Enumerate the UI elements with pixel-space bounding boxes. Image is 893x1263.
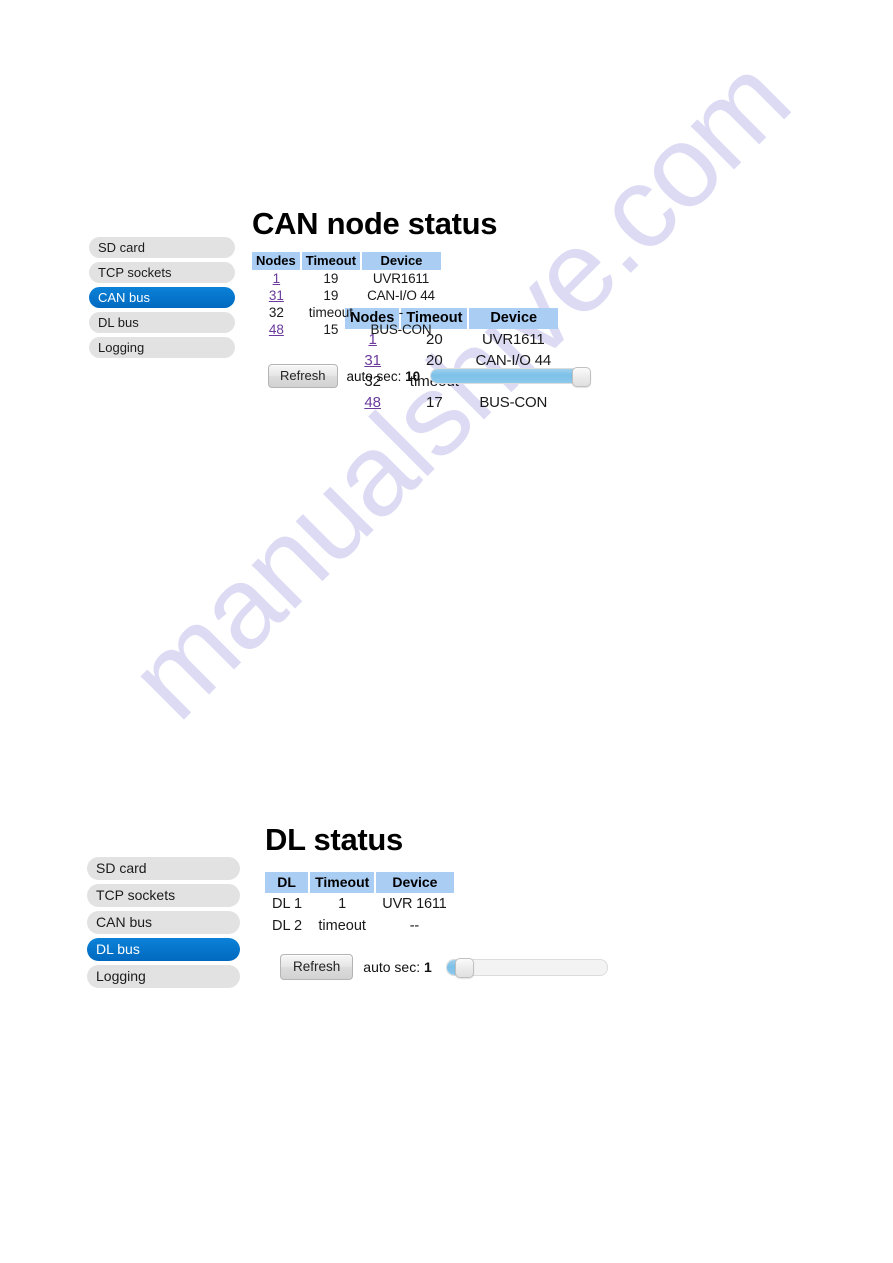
auto-sec-text: auto sec: (363, 959, 421, 975)
auto-sec-value: 10 (405, 368, 421, 384)
slider-handle[interactable] (572, 367, 592, 387)
table-row: 48 15 BUS-CON (252, 321, 441, 338)
timeout-cell: 1 (338, 896, 347, 912)
node-link[interactable]: 48 (269, 322, 284, 337)
table-row: 32 timeout - (252, 304, 441, 321)
dl-status-table: DL Timeout Device DL 1 1 UVR 1611 DL 2 t… (265, 872, 454, 937)
sidebar-item-can-bus[interactable]: CAN bus (89, 287, 235, 308)
device-cell: BUS-CON (370, 322, 432, 337)
table-header-row: Nodes Timeout Device (252, 252, 441, 270)
column-header-device: Device (361, 252, 441, 270)
auto-refresh-label: auto sec: 1 (363, 959, 432, 975)
table-header-row: DL Timeout Device (265, 872, 454, 893)
refresh-controls: Refresh auto sec: 1 (280, 954, 608, 980)
slider-fill (431, 369, 590, 383)
timeout-cell: timeout (318, 918, 366, 934)
auto-sec-value: 1 (424, 959, 432, 975)
table-row: DL 2 timeout -- (265, 915, 454, 937)
timeout-cell: 15 (323, 322, 339, 337)
node-link[interactable]: 1 (273, 271, 281, 286)
timeout-cell: 19 (323, 271, 339, 286)
table-row: 1 19 UVR1611 (252, 270, 441, 287)
device-cell: BUS-CON (479, 394, 548, 411)
node-id-cell[interactable]: 31 (252, 287, 301, 304)
device-cell: UVR 1611 (382, 896, 447, 912)
column-header-timeout: Timeout (300, 252, 363, 270)
node-id-cell[interactable]: 48 (345, 392, 400, 413)
refresh-button[interactable]: Refresh (280, 954, 354, 980)
refresh-controls: Refresh auto sec: 10 (268, 364, 592, 388)
sidebar-item-sd-card[interactable]: SD card (89, 237, 235, 258)
table-row: 48 17 BUS-CON (345, 392, 558, 413)
device-cell: UVR1611 (481, 331, 545, 348)
auto-sec-text: auto sec: (346, 368, 402, 384)
page-title: DL status (265, 822, 403, 857)
node-id-cell: 32 (268, 305, 284, 320)
sidebar-item-logging[interactable]: Logging (89, 337, 235, 358)
timeout-cell: timeout (308, 305, 354, 320)
timeout-cell: 19 (323, 288, 339, 303)
node-id-cell[interactable]: 1 (252, 270, 301, 287)
dl-id-cell: DL 2 (272, 918, 303, 934)
sidebar-item-dl-bus[interactable]: DL bus (87, 938, 240, 961)
page-title: CAN node status (252, 206, 498, 241)
auto-refresh-slider[interactable] (430, 367, 592, 387)
column-header-timeout: Timeout (309, 872, 377, 893)
navigation-sidebar: SD card TCP sockets CAN bus DL bus Loggi… (87, 857, 240, 992)
column-header-device: Device (375, 872, 454, 893)
node-id-cell[interactable]: 48 (252, 321, 301, 338)
table-row: 31 19 CAN-I/O 44 (252, 287, 441, 304)
navigation-sidebar: SD card TCP sockets CAN bus DL bus Loggi… (89, 237, 235, 362)
auto-refresh-slider[interactable] (445, 957, 608, 978)
sidebar-item-tcp-sockets[interactable]: TCP sockets (87, 884, 240, 907)
dl-id-cell: DL 1 (272, 896, 303, 912)
slider-handle[interactable] (454, 957, 474, 978)
column-header-dl: DL (265, 872, 311, 893)
refresh-button[interactable]: Refresh (268, 364, 338, 388)
node-link[interactable]: 48 (364, 394, 381, 411)
table-row: DL 1 1 UVR 1611 (265, 893, 454, 915)
sidebar-item-can-bus[interactable]: CAN bus (87, 911, 240, 934)
sidebar-item-logging[interactable]: Logging (87, 965, 240, 988)
device-cell: UVR1611 (372, 271, 430, 286)
device-cell: -- (409, 918, 420, 934)
node-link[interactable]: 31 (269, 288, 284, 303)
sidebar-item-sd-card[interactable]: SD card (87, 857, 240, 880)
timeout-cell: 17 (426, 394, 443, 411)
auto-refresh-label: auto sec: 10 (347, 369, 421, 384)
sidebar-item-dl-bus[interactable]: DL bus (89, 312, 235, 333)
device-cell: CAN-I/O 44 (367, 288, 435, 303)
column-header-nodes: Nodes (252, 252, 302, 270)
sidebar-item-tcp-sockets[interactable]: TCP sockets (89, 262, 235, 283)
can-node-status-table: Nodes Timeout Device 1 19 UVR1611 31 19 … (252, 252, 441, 338)
device-cell: - (398, 305, 404, 320)
column-header-device: Device (468, 308, 558, 329)
